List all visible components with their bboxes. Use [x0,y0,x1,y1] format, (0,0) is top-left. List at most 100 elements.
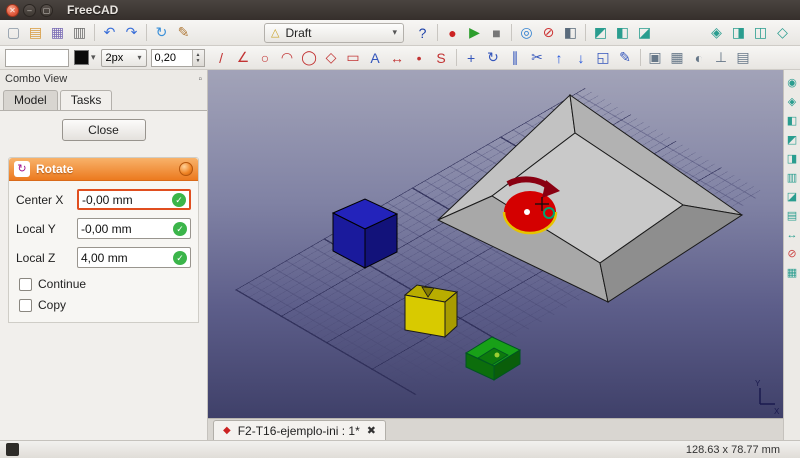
axonometric-view-icon[interactable]: ◈ [785,94,800,109]
draft-toolbar: ▾ 2px ▾ 0,20 ▲ ▼ /∠○◠◯◇▭A↔•S +↻∥✂↑↓◱✎ ▣▦◐⊥… [0,46,800,70]
draft-ellipse-icon[interactable]: ◯ [299,47,320,68]
fit-all-icon[interactable]: ◉ [785,75,800,90]
left-view-icon[interactable]: ▤ [785,208,800,223]
yellow-box[interactable] [405,285,457,337]
box-front-face[interactable] [405,295,445,337]
snap-grid-icon[interactable]: ▦ [667,47,688,68]
center-x-value[interactable] [82,193,172,207]
collapse-panel-button[interactable] [179,162,193,176]
bottom-view-icon[interactable]: ◫ [750,22,771,43]
copy-checkbox[interactable] [19,299,32,312]
front-view-icon[interactable]: ◧ [612,22,633,43]
draft-bspline-icon[interactable]: S [431,47,452,68]
draft-text-icon[interactable]: A [365,47,386,68]
continue-checkbox[interactable] [19,278,32,291]
snap-perpendicular-icon[interactable]: ⊥ [711,47,732,68]
draft-command-input[interactable] [5,49,69,67]
measure-distance-icon[interactable]: ↔ [785,227,800,242]
close-task-button[interactable]: Close [62,119,146,141]
draft-scale-icon[interactable]: ◱ [593,47,614,68]
viewport-column: Y X ◆ F2-T16-ejemplo-ini : 1* ✖ [208,70,783,440]
redo-icon[interactable]: ↷ [121,22,142,43]
draft-upgrade-icon[interactable]: ↑ [549,47,570,68]
3d-viewport[interactable]: Y X [208,70,783,418]
spin-down-icon[interactable]: ▼ [196,58,201,64]
standard-toolbar: ▢▤▦▥↶↷↻✎ △ Draft ▾ ?●▶■◎⊘◧◩◧◪ ◈◨◫◇ [0,20,800,46]
toggle-grid-icon[interactable]: ▤ [733,47,754,68]
arrow-snap-dot [495,353,500,358]
left-view-icon[interactable]: ◇ [772,22,793,43]
isometric-view-icon[interactable]: ◩ [590,22,611,43]
scale-value: 0,20 [152,50,192,66]
center-x-label: Center X [16,193,72,207]
tab-tasks[interactable]: Tasks [60,90,113,110]
draft-point-icon[interactable]: • [409,47,430,68]
snap-lock-icon[interactable]: ▣ [645,47,666,68]
copy-checkbox-row[interactable]: Copy [11,293,196,314]
refresh-icon[interactable]: ↻ [151,22,172,43]
clipping-plane-icon[interactable]: ⊘ [538,22,559,43]
draft-dimension-icon[interactable]: ↔ [387,47,408,68]
center-x-input[interactable]: ✓ [77,189,191,210]
color-dropdown-icon[interactable]: ▾ [91,52,96,63]
line-width-select[interactable]: 2px ▾ [101,49,147,67]
rotate-panel-header[interactable]: ↻ Rotate [9,158,198,181]
pyramid-solid[interactable] [438,95,742,302]
spinner-arrows[interactable]: ▲ ▼ [192,50,204,66]
blue-cube[interactable] [333,199,397,268]
top-view-icon[interactable]: ◩ [785,132,800,147]
draft-downgrade-icon[interactable]: ↓ [571,47,592,68]
undock-icon[interactable]: ▫ [198,74,202,85]
right-view-icon[interactable]: ◨ [785,151,800,166]
bottom-view-icon[interactable]: ◪ [785,189,800,204]
clipping-icon[interactable]: ⊘ [785,246,800,261]
local-y-value[interactable] [81,222,173,236]
top-view-icon[interactable]: ◪ [634,22,655,43]
draft-arc-icon[interactable]: ◠ [277,47,298,68]
draft-line-icon[interactable]: / [211,47,232,68]
macro-play-icon[interactable]: ▶ [464,22,485,43]
local-y-label: Local Y [16,222,72,236]
draft-rectangle-icon[interactable]: ▭ [343,47,364,68]
draw-style-icon[interactable]: ◧ [560,22,581,43]
tab-model[interactable]: Model [3,90,58,110]
window-maximize-button[interactable]: ▢ [40,4,53,17]
close-tab-icon[interactable]: ✖ [367,424,376,437]
rear-view-icon[interactable]: ▥ [785,170,800,185]
draft-polygon-icon[interactable]: ◇ [321,47,342,68]
local-z-value[interactable] [81,251,173,265]
draft-wire-icon[interactable]: ∠ [233,47,254,68]
navigation-style-button[interactable] [6,443,19,456]
line-color-swatch[interactable] [74,50,89,65]
rear-view-icon[interactable]: ◨ [728,22,749,43]
draft-rotate-icon[interactable]: ↻ [483,47,504,68]
draft-trimex-icon[interactable]: ✂ [527,47,548,68]
document-tab[interactable]: ◆ F2-T16-ejemplo-ini : 1* ✖ [213,420,386,440]
macro-stop-icon[interactable]: ■ [486,22,507,43]
draft-move-icon[interactable]: + [461,47,482,68]
window-minimize-button[interactable]: – [23,4,36,17]
front-view-icon[interactable]: ◧ [785,113,800,128]
new-document-icon[interactable]: ▢ [3,22,24,43]
save-document-icon[interactable]: ▦ [47,22,68,43]
scale-spinbox[interactable]: 0,20 ▲ ▼ [151,49,205,67]
draft-circle-icon[interactable]: ○ [255,47,276,68]
home-view-icon[interactable]: ◈ [706,22,727,43]
open-document-icon[interactable]: ▤ [25,22,46,43]
continue-checkbox-row[interactable]: Continue [11,272,196,293]
window-close-button[interactable]: ✕ [6,4,19,17]
zoom-region-icon[interactable]: ◎ [516,22,537,43]
macro-record-icon[interactable]: ● [442,22,463,43]
print-icon[interactable]: ▥ [69,22,90,43]
undo-icon[interactable]: ↶ [99,22,120,43]
texture-view-icon[interactable]: ▦ [785,265,800,280]
local-y-input[interactable]: ✓ [77,218,191,239]
draft-offset-icon[interactable]: ∥ [505,47,526,68]
edit-icon[interactable]: ✎ [173,22,194,43]
local-z-input[interactable]: ✓ [77,247,191,268]
green-arrow-solid[interactable] [466,337,520,380]
workbench-selector[interactable]: △ Draft ▾ [264,23,404,43]
whats-this-icon[interactable]: ? [412,22,433,43]
snap-midpoint-icon[interactable]: ◐ [689,47,710,68]
draft-edit-icon[interactable]: ✎ [615,47,636,68]
